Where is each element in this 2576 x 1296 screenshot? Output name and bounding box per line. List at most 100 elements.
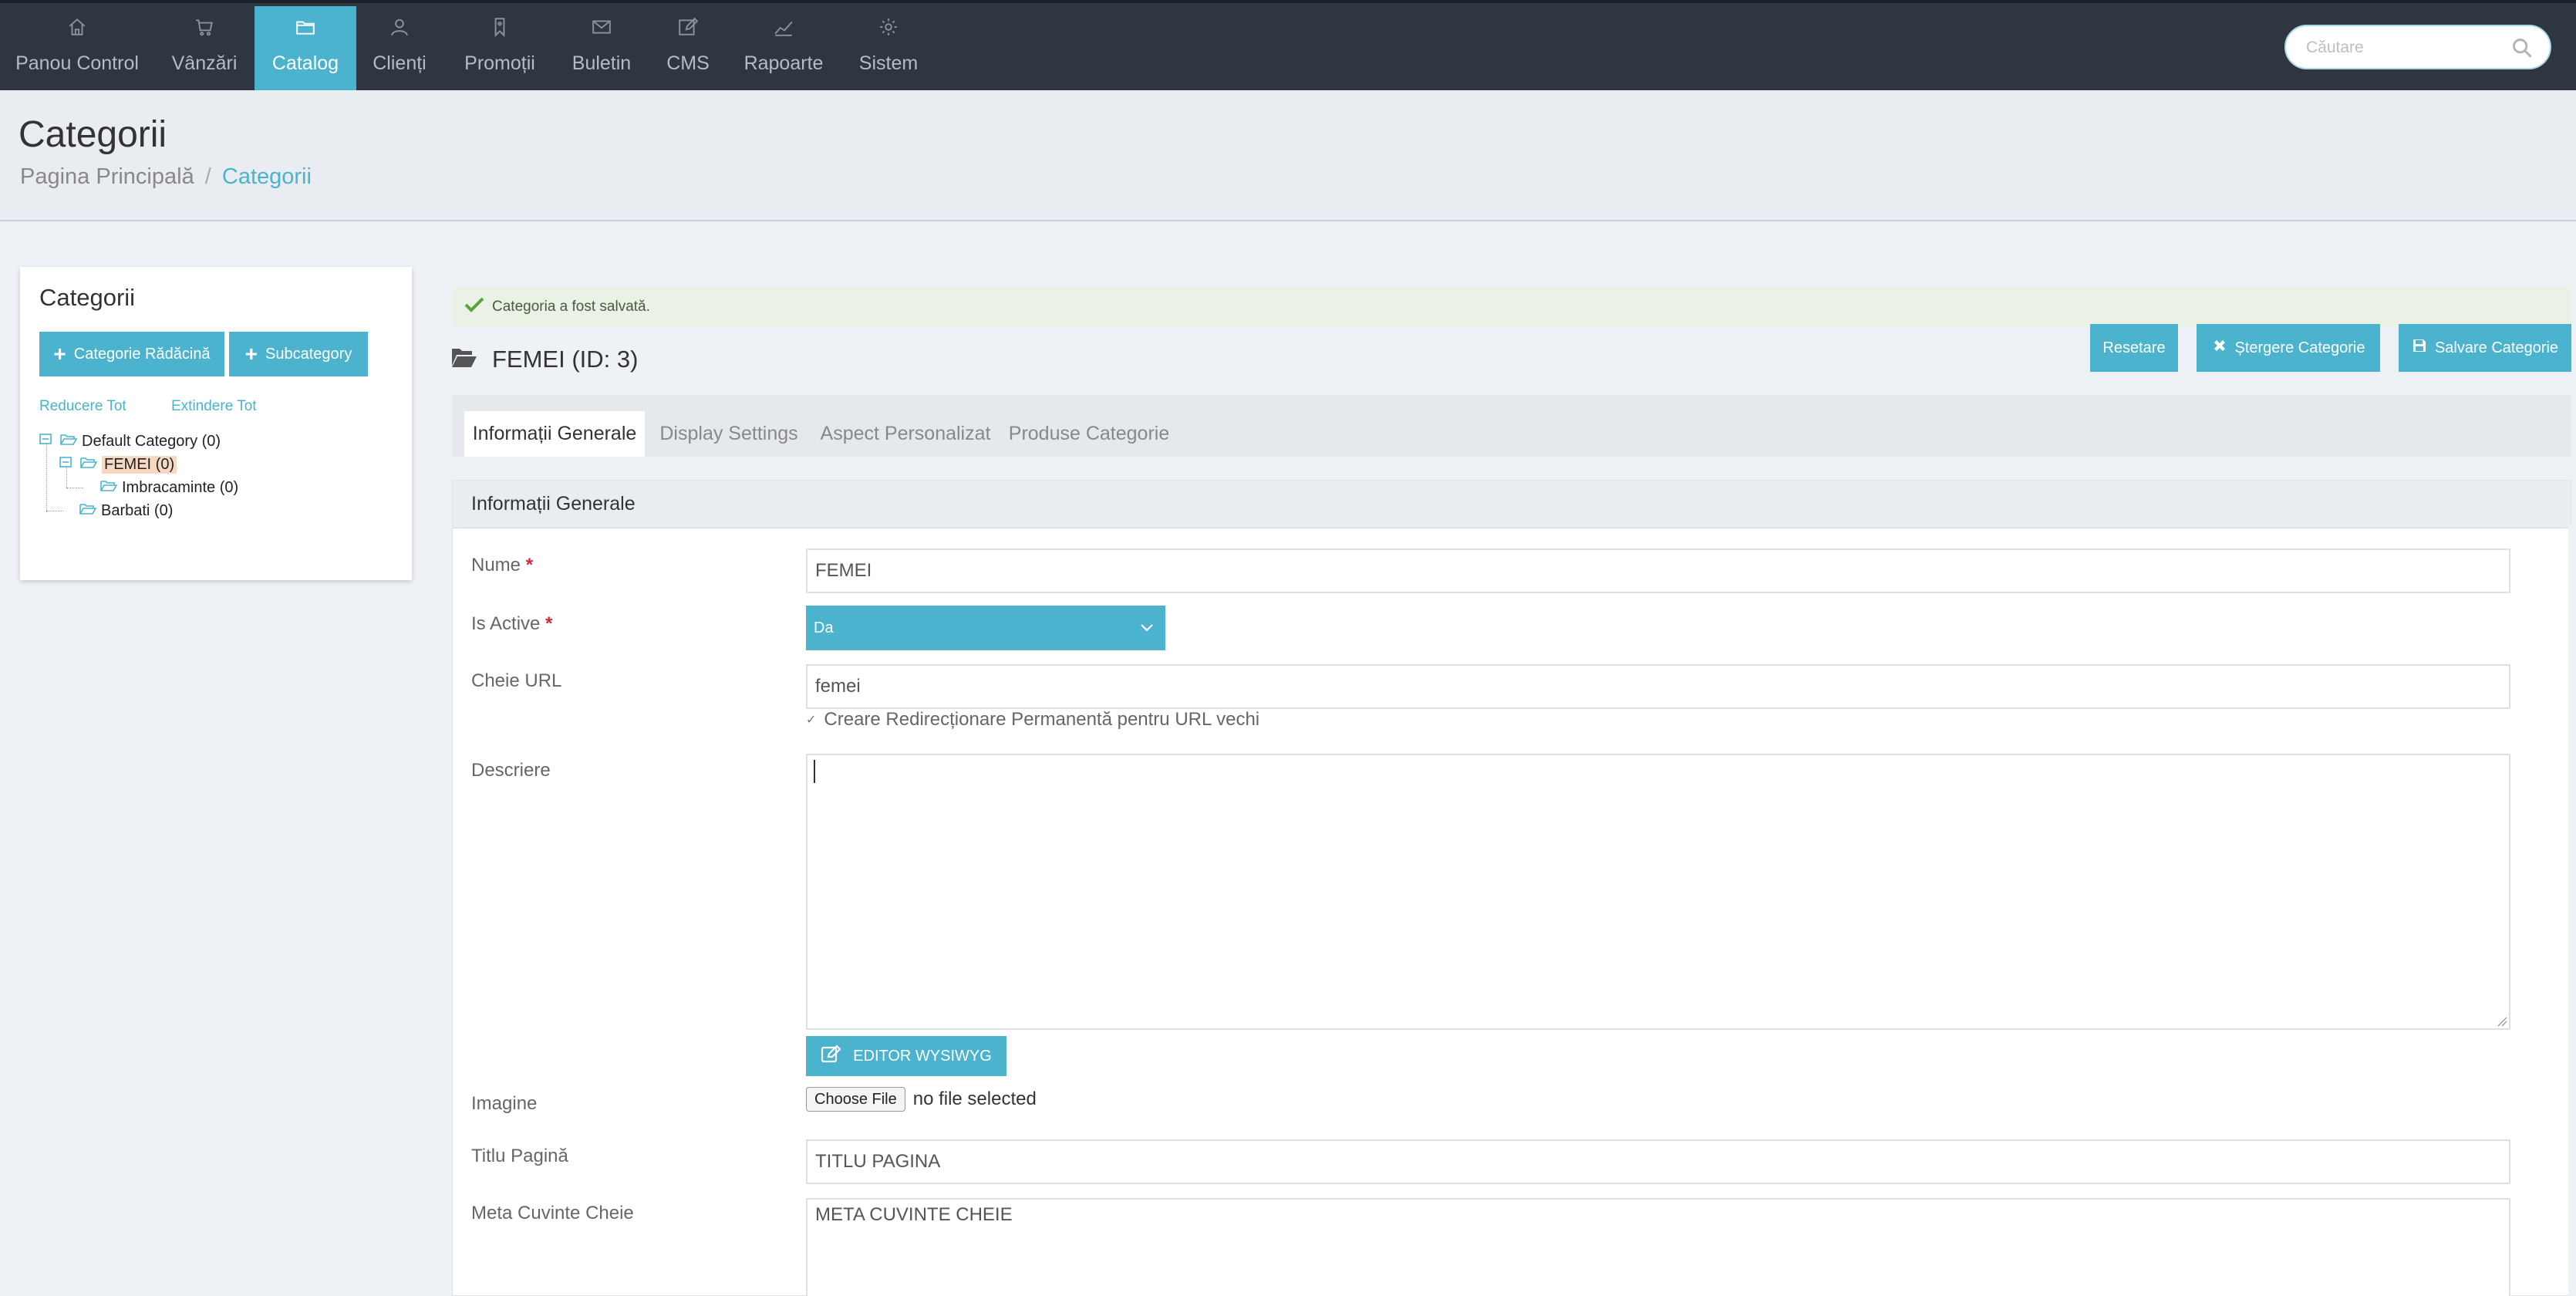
image-file-picker: Choose File no file selected [806, 1087, 1037, 1112]
nav-label: Buletin [572, 52, 632, 74]
button-label: Ștergere Categorie [2234, 339, 2365, 356]
nav-item-rapoarte[interactable]: Rapoarte [730, 6, 838, 93]
page-header: Categorii Pagina Principală / Categorii [0, 90, 2576, 221]
nav-item-cms[interactable]: CMS [646, 6, 730, 93]
nav-label: Catalog [271, 52, 339, 74]
check-icon [464, 296, 484, 318]
button-label: Subcategory [265, 345, 352, 363]
tag-icon [490, 17, 510, 37]
nav-item-clienti[interactable]: Clienți [356, 6, 443, 93]
wysiwyg-editor-button[interactable]: EDITOR WYSIWYG [806, 1036, 1006, 1076]
plus-icon: + [53, 342, 66, 366]
delete-category-button[interactable]: Ștergere Categorie [2197, 324, 2380, 372]
tab-produse-categorie[interactable]: Produse Categorie [1007, 411, 1171, 457]
tab-display-settings[interactable]: Display Settings [656, 411, 802, 457]
add-root-category-button[interactable]: + Categorie Rădăcină [39, 332, 224, 376]
nav-item-catalog[interactable]: Catalog [255, 6, 356, 93]
nav-item-panou-control[interactable]: Panou Control [0, 6, 154, 93]
text-cursor [814, 760, 815, 783]
tree-node-femei[interactable]: FEMEI (0) [59, 455, 177, 474]
home-icon [67, 17, 87, 37]
category-heading-text: FEMEI (ID: 3) [492, 346, 639, 373]
resize-grip-icon[interactable] [2497, 1016, 2507, 1027]
nav-label: Rapoarte [743, 52, 824, 74]
meta-keywords-textarea[interactable]: META CUVINTE CHEIE [806, 1198, 2510, 1296]
description-label: Descriere [471, 760, 551, 781]
breadcrumb-separator: / [204, 164, 211, 189]
page-title: Categorii [19, 114, 167, 155]
nav-label: Sistem [858, 52, 919, 74]
name-label: Nume * [471, 555, 534, 575]
nav-item-sistem[interactable]: Sistem [838, 6, 939, 93]
nav-item-buletin[interactable]: Buletin [557, 6, 646, 93]
folder-open-icon [100, 478, 118, 497]
panel-title: Categorii [39, 284, 136, 311]
breadcrumb-current[interactable]: Categorii [222, 164, 312, 189]
chart-icon [774, 17, 794, 37]
tree-node-imbracaminte[interactable]: Imbracaminte (0) [100, 478, 238, 497]
nav-label: Clienți [373, 52, 427, 74]
button-label: Categorie Rădăcină [73, 345, 211, 363]
description-textarea[interactable] [806, 754, 2510, 1030]
search-input[interactable] [2306, 34, 2507, 62]
gear-icon [878, 17, 899, 37]
nav-label: Promoții [464, 52, 535, 74]
image-label: Imagine [471, 1093, 538, 1114]
tree-node-label: Imbracaminte (0) [122, 478, 239, 496]
general-info-form: Informații Generale Nume * Is Active * D… [452, 480, 2571, 1296]
tree-node-label: Default Category (0) [82, 432, 221, 450]
success-alert: Categoria a fost salvată. [452, 287, 2571, 327]
tab-aspect-personalizat[interactable]: Aspect Personalizat [818, 411, 993, 457]
edit-icon [821, 1045, 842, 1068]
meta-keywords-label: Meta Cuvinte Cheie [471, 1203, 634, 1223]
tree-node-default-category[interactable]: Default Category (0) [39, 432, 221, 451]
nav-item-vanzari[interactable]: Vânzări [154, 6, 255, 93]
alert-text: Categoria a fost salvată. [492, 299, 650, 315]
folder-icon [295, 17, 315, 37]
checkbox-checked-icon[interactable]: ✓ [806, 712, 816, 727]
page-title-input[interactable] [806, 1139, 2510, 1184]
chevron-down-icon [1139, 620, 1155, 639]
collapse-all-link[interactable]: Reducere Tot [39, 398, 126, 415]
expand-all-link[interactable]: Extindere Tot [171, 398, 257, 415]
tab-informatii-generale[interactable]: Informații Generale [464, 411, 645, 457]
save-category-button[interactable]: Salvare Categorie [2399, 324, 2571, 372]
plus-icon: + [244, 342, 258, 366]
select-value: Da [814, 619, 834, 636]
breadcrumb-home[interactable]: Pagina Principală [20, 164, 194, 189]
folder-open-icon [80, 455, 98, 474]
nav-label: Vânzări [171, 52, 238, 74]
top-navigation-bar: Panou Control Vânzări Catalog Clienți Pr… [0, 0, 2576, 93]
page-title-label: Titlu Pagină [471, 1146, 568, 1166]
form-section-title: Informații Generale [453, 481, 2571, 528]
redirect-checkbox-row[interactable]: ✓ Creare Redirecționare Permanentă pentr… [806, 709, 1259, 731]
nav-label: CMS [666, 52, 710, 74]
tree-node-barbati[interactable]: Barbati (0) [79, 501, 173, 520]
choose-file-button[interactable]: Choose File [806, 1087, 905, 1112]
category-tree-panel: Categorii + Categorie Rădăcină + Subcate… [20, 267, 412, 580]
search-box [2284, 25, 2551, 69]
search-icon[interactable] [2511, 37, 2533, 62]
category-heading: FEMEI (ID: 3) [452, 346, 638, 373]
nav-item-promotii[interactable]: Promoții [443, 6, 557, 93]
nav-label: Panou Control [15, 52, 139, 74]
is-active-select[interactable]: Da [806, 606, 1165, 650]
cart-icon [194, 17, 214, 37]
tabs-bar: Informații Generale Display Settings Asp… [452, 395, 2571, 457]
collapse-toggle-icon[interactable] [39, 432, 56, 451]
name-input[interactable] [806, 548, 2510, 593]
tree-node-label: Barbati (0) [101, 501, 174, 519]
edit-icon [678, 17, 698, 37]
url-key-input[interactable] [806, 664, 2510, 709]
mail-icon [592, 17, 612, 37]
save-icon [2412, 338, 2427, 358]
collapse-toggle-icon[interactable] [59, 455, 76, 474]
url-key-label: Cheie URL [471, 670, 562, 691]
add-subcategory-button[interactable]: + Subcategory [229, 332, 368, 376]
close-icon [2212, 338, 2227, 358]
folder-open-icon [79, 501, 97, 520]
reset-button[interactable]: Resetare [2090, 324, 2178, 372]
redirect-label: Creare Redirecționare Permanentă pentru … [824, 709, 1260, 730]
button-label: Resetare [2102, 339, 2166, 356]
folder-open-icon [452, 346, 477, 373]
